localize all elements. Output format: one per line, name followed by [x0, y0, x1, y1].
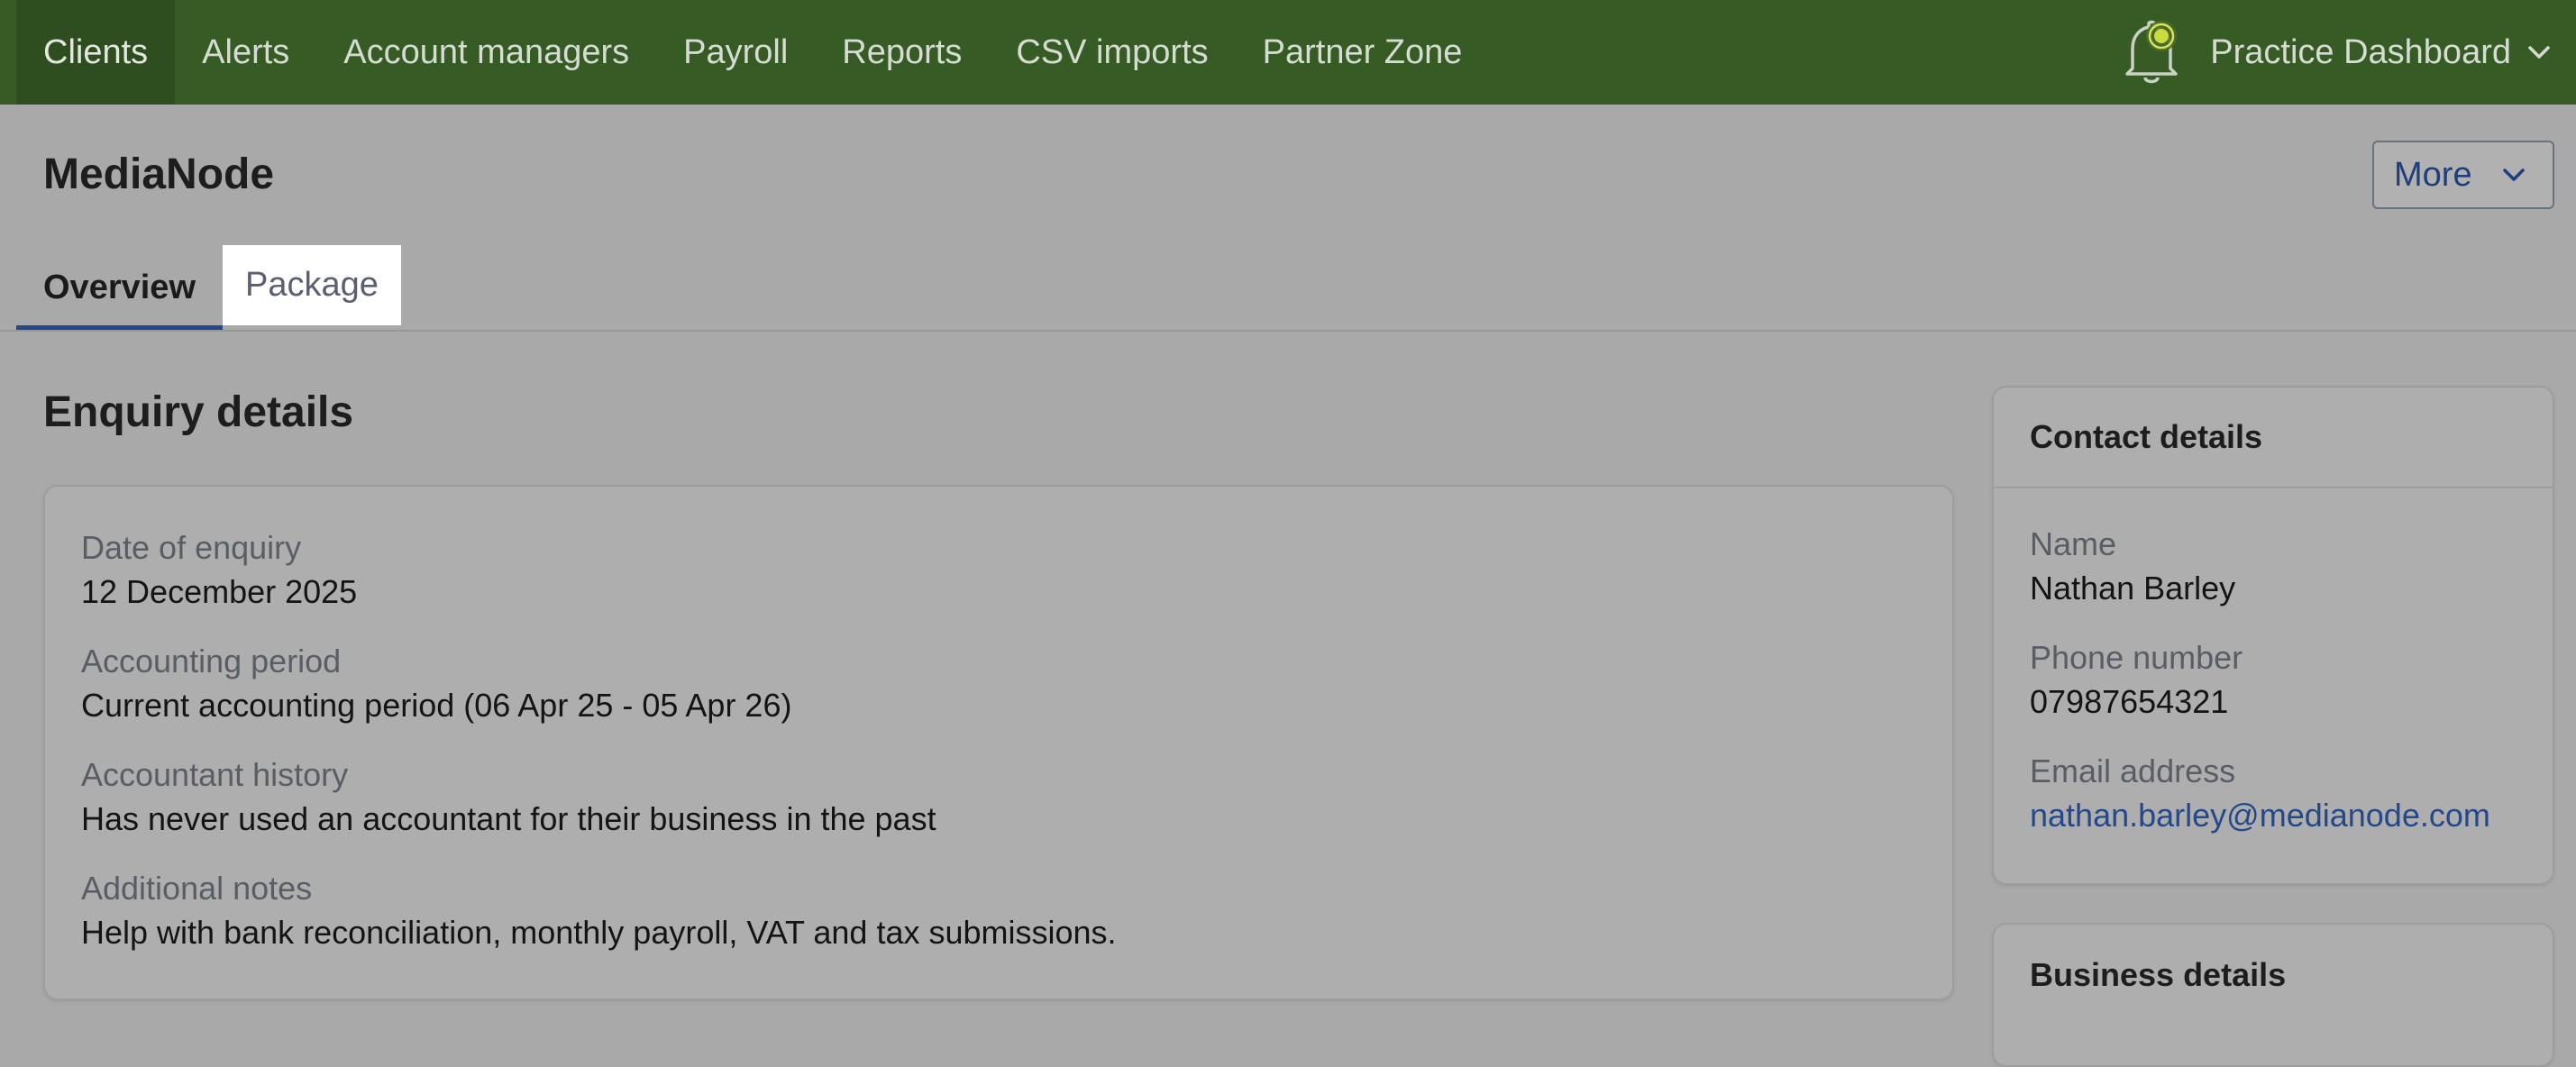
enquiry-details-card: Date of enquiry 12 December 2025 Account… [43, 485, 1954, 1000]
enquiry-details-heading: Enquiry details [43, 388, 354, 436]
contact-name: Nathan Barley [2030, 570, 2236, 606]
nav-item-account-managers[interactable]: Account managers [316, 0, 656, 105]
field-value: 12 December 2025 [81, 573, 358, 610]
field-value: Help with bank reconciliation, monthly p… [81, 914, 1117, 951]
practice-dashboard-menu[interactable]: Practice Dashboard [2210, 33, 2576, 72]
contact-email-field: Email address nathan.barley@medianode.co… [2030, 750, 2517, 838]
field-value: Has never used an accountant for their b… [81, 800, 936, 837]
practice-dashboard-label: Practice Dashboard [2210, 32, 2511, 71]
tab-bar: Overview Package [16, 245, 401, 331]
contact-phone-field: Phone number 07987654321 [2030, 636, 2517, 725]
enquiry-field: Additional notes Help with bank reconcil… [81, 867, 1916, 955]
field-value: Current accounting period (06 Apr 25 - 0… [81, 687, 792, 724]
nav-item-payroll[interactable]: Payroll [656, 0, 815, 105]
field-label: Date of enquiry [81, 529, 302, 566]
field-label: Email address [2030, 752, 2236, 789]
tab-package[interactable]: Package [223, 245, 401, 325]
nav-item-alerts[interactable]: Alerts [175, 0, 316, 105]
field-label: Additional notes [81, 870, 313, 907]
field-label: Name [2030, 525, 2117, 562]
field-label: Phone number [2030, 639, 2243, 676]
field-label: Accounting period [81, 643, 342, 679]
nav-right-group: Practice Dashboard [2120, 0, 2576, 105]
top-navigation: Clients Alerts Account managers Payroll … [0, 0, 2576, 105]
enquiry-field: Accountant history Has never used an acc… [81, 753, 1916, 842]
chevron-down-icon [2528, 46, 2550, 59]
enquiry-field: Date of enquiry 12 December 2025 [81, 526, 1916, 615]
field-label: Accountant history [81, 756, 349, 793]
nav-item-reports[interactable]: Reports [815, 0, 989, 105]
contact-details-body: Name Nathan Barley Phone number 07987654… [1994, 488, 2553, 898]
more-button[interactable]: More [2372, 141, 2554, 209]
contact-email-link[interactable]: nathan.barley@medianode.com [2030, 793, 2517, 838]
nav-item-partner-zone[interactable]: Partner Zone [1236, 0, 1490, 105]
chevron-down-icon [2503, 169, 2525, 181]
tab-divider [0, 330, 2576, 332]
contact-details-card: Contact details Name Nathan Barley Phone… [1992, 386, 2554, 885]
business-details-heading: Business details [2030, 956, 2287, 993]
bell-icon[interactable] [2120, 16, 2183, 88]
nav-item-clients[interactable]: Clients [16, 0, 176, 105]
tab-overview[interactable]: Overview [16, 245, 223, 331]
contact-phone: 07987654321 [2030, 683, 2229, 720]
enquiry-field: Accounting period Current accounting per… [81, 640, 1916, 728]
nav-item-csv-imports[interactable]: CSV imports [989, 0, 1235, 105]
more-button-label: More [2394, 155, 2472, 194]
page-title: MediaNode [43, 150, 275, 198]
business-details-card: Business details [1992, 923, 2554, 1067]
contact-name-field: Name Nathan Barley [2030, 523, 2517, 611]
contact-details-heading: Contact details [1994, 388, 2553, 488]
